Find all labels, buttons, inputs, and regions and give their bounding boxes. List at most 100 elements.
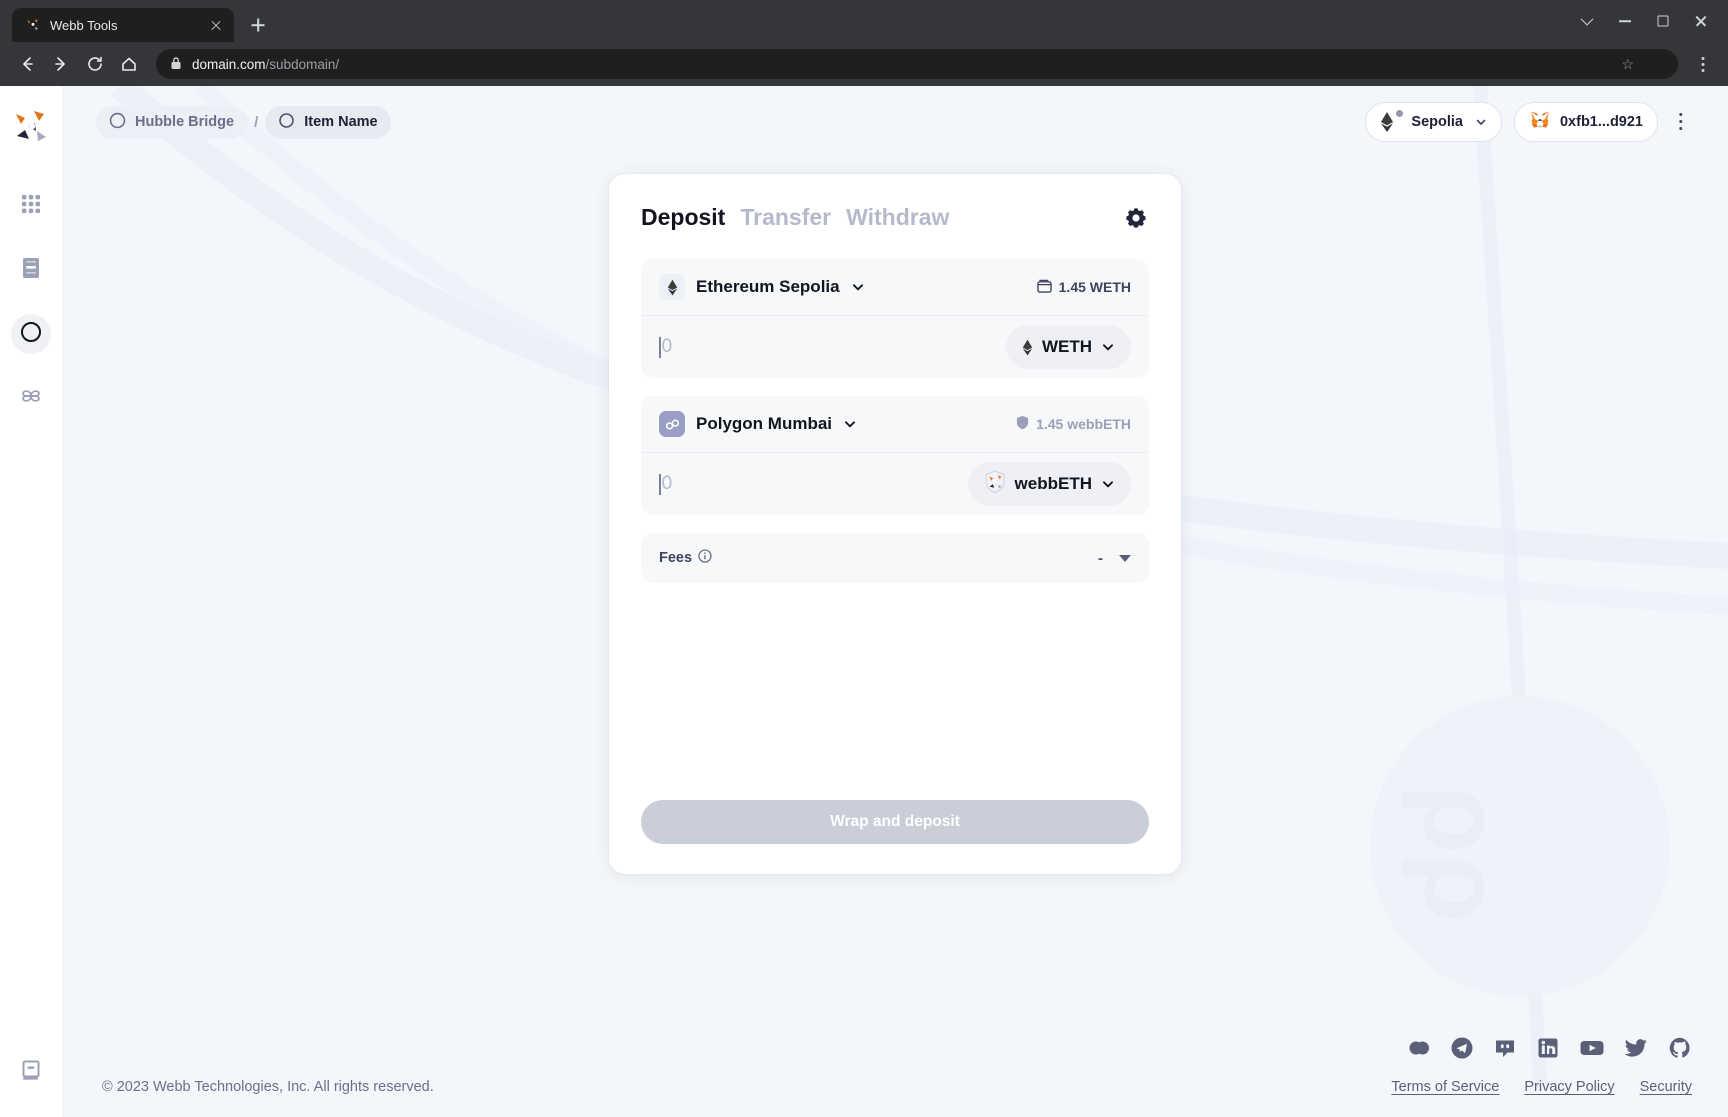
page-footer: © 2023 Webb Technologies, Inc. All right… (62, 1007, 1728, 1117)
chevron-down-icon[interactable] (1568, 6, 1606, 36)
chevron-down-icon (851, 280, 865, 294)
maximize-icon[interactable] (1644, 6, 1682, 36)
destination-balance-label: 1.45 webbETH (1036, 416, 1131, 432)
breadcrumb-item-hubble-bridge[interactable]: Hubble Bridge (96, 105, 248, 139)
vertical-dots-icon[interactable] (1690, 49, 1716, 79)
star-icon[interactable]: ☆ (1621, 56, 1634, 73)
chevron-down-icon (843, 417, 857, 431)
fees-label: Fees (659, 550, 693, 566)
grid-icon (21, 194, 41, 219)
chevron-down-icon (1101, 477, 1115, 491)
ethereum-icon (659, 274, 685, 300)
caret-down-icon[interactable] (1119, 554, 1131, 562)
wallet-chip[interactable]: 0xfb1...d921 (1513, 102, 1658, 142)
page-viewport: ρρ Hubble Bridge / Item Name Sepolia 0xf… (0, 86, 1728, 1117)
bridge-circle-icon (20, 321, 42, 348)
source-balance: 1.45 WETH (1036, 279, 1131, 296)
webb-logo-icon (25, 17, 41, 33)
youtube-icon[interactable] (1579, 1036, 1605, 1065)
url-path: /subdomain/ (265, 56, 340, 72)
reload-icon[interactable] (80, 49, 110, 79)
minimize-icon[interactable] (1606, 6, 1644, 36)
app-sidebar (0, 86, 62, 1117)
copyright-text: © 2023 Webb Technologies, Inc. All right… (102, 1079, 434, 1095)
breadcrumb-separator: / (254, 113, 259, 131)
discord-icon[interactable] (1493, 1036, 1517, 1065)
destination-balance: 1.45 webbETH (1016, 415, 1131, 433)
close-icon[interactable] (208, 17, 224, 33)
arrow-left-icon[interactable] (12, 49, 42, 79)
breadcrumb-label: Item Name (304, 114, 378, 130)
webb-shield-icon (984, 469, 1006, 499)
fees-row[interactable]: Fees - (641, 533, 1149, 583)
sidebar-item-hubble[interactable] (11, 186, 51, 226)
breadcrumb-item-item-name[interactable]: Item Name (265, 105, 391, 139)
ethereum-icon (1380, 109, 1405, 133)
destination-chain-label: Polygon Mumbai (696, 414, 832, 433)
metamask-fox-icon (1529, 109, 1551, 135)
network-selector[interactable]: Sepolia (1365, 102, 1502, 142)
tab-withdraw[interactable]: Withdraw (846, 204, 949, 231)
wrap-and-deposit-label: Wrap and deposit (830, 813, 960, 830)
card-tabs: Deposit Transfer Withdraw (641, 204, 949, 231)
browser-tabstrip: Webb Tools (0, 0, 1728, 42)
destination-amount-input[interactable]: 0 (659, 473, 672, 495)
footer-link-terms[interactable]: Terms of Service (1391, 1079, 1499, 1095)
browser-window: Webb Tools domain.com/subdomain/ ☆ ρρ Hu… (0, 0, 1728, 1117)
source-token-selector[interactable]: WETH (1005, 325, 1131, 369)
home-icon[interactable] (114, 49, 144, 79)
fees-value: - (1098, 549, 1103, 567)
bridge-card: Deposit Transfer Withdraw Ethereum Sepol… (609, 174, 1181, 874)
source-token-label: WETH (1041, 337, 1092, 356)
gear-icon[interactable] (1123, 205, 1149, 231)
status-dot (1395, 109, 1405, 118)
destination-token-selector[interactable]: webbETH (967, 462, 1131, 506)
telegram-icon[interactable] (1450, 1036, 1474, 1065)
footer-links: Terms of Service Privacy Policy Security (1391, 1079, 1692, 1095)
source-chain-row: Ethereum Sepolia 1.45 WETH (641, 259, 1149, 316)
footer-link-privacy[interactable]: Privacy Policy (1524, 1079, 1614, 1095)
sidebar-item-stats[interactable] (11, 250, 51, 290)
source-panel: Ethereum Sepolia 1.45 WETH 0 WETH (641, 259, 1149, 378)
footer-right: Terms of Service Privacy Policy Security (1391, 1036, 1692, 1095)
tab-deposit[interactable]: Deposit (641, 204, 725, 231)
address-bar[interactable]: domain.com/subdomain/ ☆ (156, 49, 1678, 79)
source-chain-selector[interactable]: Ethereum Sepolia (659, 274, 865, 300)
sidebar-item-bridge[interactable] (11, 314, 51, 354)
destination-chain-selector[interactable]: Polygon Mumbai (659, 411, 857, 437)
info-icon[interactable] (698, 549, 712, 567)
card-stage: Deposit Transfer Withdraw Ethereum Sepol… (62, 158, 1728, 1007)
webb-logo-icon[interactable] (11, 106, 51, 146)
chevron-down-icon (1475, 116, 1487, 128)
breadcrumb: Hubble Bridge / Item Name (96, 105, 391, 139)
text-caret (659, 336, 661, 358)
topbar-actions: Sepolia 0xfb1...d921 (1365, 102, 1692, 142)
vertical-dots-icon[interactable] (1670, 105, 1692, 139)
linkedin-icon[interactable] (1536, 1036, 1560, 1065)
source-amount-input[interactable]: 0 (659, 336, 672, 358)
github-icon[interactable] (1668, 1036, 1692, 1065)
wrap-and-deposit-button[interactable]: Wrap and deposit (641, 800, 1149, 844)
breadcrumb-label: Hubble Bridge (135, 114, 235, 130)
window-controls (1568, 6, 1720, 36)
sidebar-item-wrap-unwrap[interactable] (11, 378, 51, 418)
arrow-right-icon[interactable] (46, 49, 76, 79)
footer-link-security[interactable]: Security (1640, 1079, 1692, 1095)
card-header: Deposit Transfer Withdraw (641, 204, 1149, 231)
network-label: Sepolia (1411, 114, 1463, 130)
book-icon (21, 1060, 41, 1087)
browser-tab[interactable]: Webb Tools (12, 8, 234, 42)
tab-transfer[interactable]: Transfer (740, 204, 831, 231)
nodes-icon (20, 386, 42, 411)
shield-icon (1016, 415, 1029, 433)
wallet-icon (1036, 279, 1052, 296)
wallet-address: 0xfb1...d921 (1559, 114, 1643, 130)
twitter-icon[interactable] (1624, 1036, 1649, 1065)
destination-amount-placeholder: 0 (661, 473, 673, 494)
close-icon[interactable] (1682, 6, 1720, 36)
sidebar-item-docs[interactable] (11, 1053, 51, 1093)
commit-icon[interactable] (1407, 1036, 1431, 1065)
app-topbar: Hubble Bridge / Item Name Sepolia 0xfb1.… (62, 86, 1728, 158)
ethereum-icon (1022, 339, 1033, 356)
plus-icon[interactable] (244, 11, 272, 39)
